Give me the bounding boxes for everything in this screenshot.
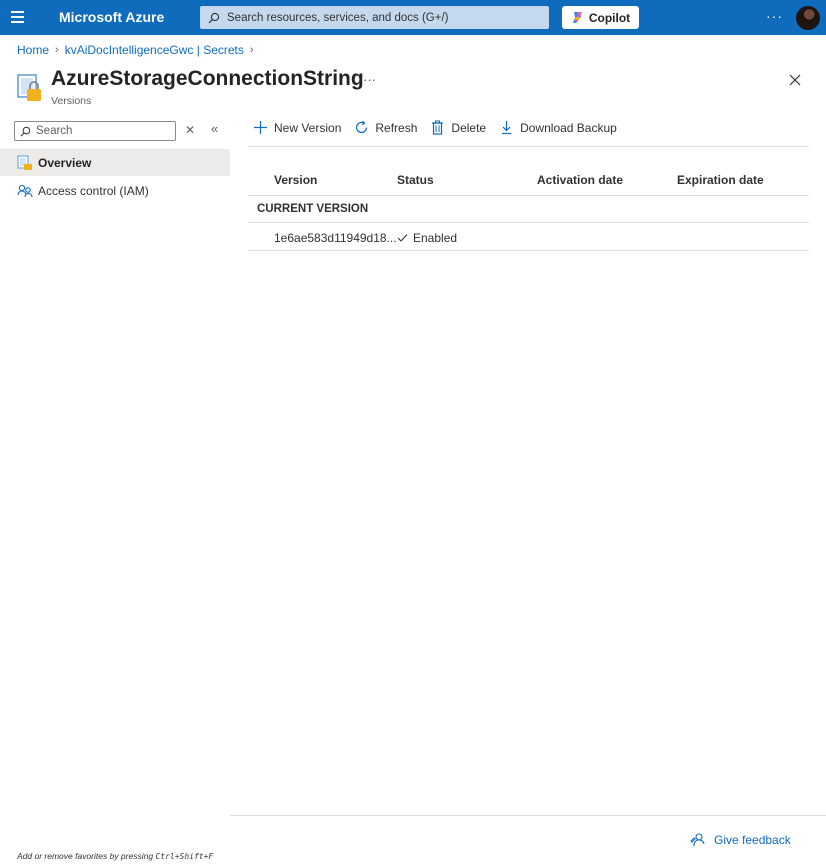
row-divider — [248, 250, 809, 251]
footer-divider — [230, 815, 826, 816]
version-id-link[interactable]: 1e6ae583d11949d18... — [274, 231, 397, 245]
sidebar-item-label: Overview — [38, 155, 92, 170]
sidebar-item-access-control[interactable]: Access control (IAM) — [0, 177, 230, 204]
download-icon — [502, 121, 512, 135]
download-backup-label: Download Backup — [520, 120, 617, 135]
command-bar: New Version Refresh Delete Download Back… — [253, 120, 630, 135]
favorites-hint-text: Add or remove favorites by pressing — [17, 851, 156, 861]
title-more-icon[interactable]: ··· — [363, 72, 376, 87]
page-subtitle: Versions — [51, 95, 92, 107]
new-version-button[interactable]: New Version — [253, 120, 341, 135]
copilot-label: Copilot — [588, 10, 631, 25]
collapse-sidebar-icon[interactable]: « — [211, 121, 218, 136]
sidebar-search-placeholder: Search — [36, 125, 73, 137]
top-bar: Microsoft Azure Search resources, servic… — [0, 0, 826, 35]
plus-icon — [254, 121, 267, 134]
toolbar-divider — [248, 146, 809, 147]
menu-icon[interactable] — [11, 11, 27, 24]
key-vault-secret-icon — [17, 74, 41, 101]
sidebar-search-input[interactable]: Search — [14, 121, 176, 141]
people-icon — [17, 183, 33, 199]
refresh-label: Refresh — [375, 120, 418, 135]
give-feedback-button[interactable]: Give feedback — [690, 832, 791, 848]
portal-brand[interactable]: Microsoft Azure — [59, 9, 164, 25]
header-divider — [248, 195, 809, 196]
search-icon — [208, 12, 220, 23]
favorites-hint-shortcut: Ctrl+Shift+F — [155, 852, 214, 861]
more-options-icon[interactable]: ··· — [766, 8, 783, 24]
column-header-status[interactable]: Status — [397, 173, 434, 187]
group-label: CURRENT VERSION — [257, 203, 369, 215]
column-header-activation-date[interactable]: Activation date — [537, 173, 623, 187]
sidebar-item-overview[interactable]: Overview — [0, 149, 230, 176]
chevron-right-icon: › — [55, 44, 59, 56]
page-title: AzureStorageConnectionString — [51, 67, 364, 90]
close-icon[interactable] — [787, 72, 803, 88]
global-search-input[interactable]: Search resources, services, and docs (G+… — [200, 6, 549, 29]
download-backup-button[interactable]: Download Backup — [499, 120, 617, 135]
breadcrumb-key-vault-secrets[interactable]: kvAiDocIntelligenceGwc | Secrets — [65, 43, 244, 57]
breadcrumb-home[interactable]: Home — [17, 43, 49, 57]
column-header-version[interactable]: Version — [274, 173, 317, 187]
search-icon — [20, 126, 31, 136]
favorites-hint: Add or remove favorites by pressing Ctrl… — [17, 851, 213, 861]
status-text: Enabled — [413, 231, 458, 245]
trash-icon — [432, 120, 444, 135]
column-header-expiration-date[interactable]: Expiration date — [677, 173, 764, 187]
give-feedback-label: Give feedback — [714, 833, 791, 847]
copilot-icon — [572, 12, 582, 23]
copilot-button[interactable]: Copilot — [562, 6, 639, 29]
sidebar-item-label: Access control (IAM) — [38, 183, 149, 198]
delete-button[interactable]: Delete — [430, 120, 486, 135]
refresh-icon — [356, 120, 368, 134]
group-divider — [248, 222, 809, 223]
key-vault-icon — [17, 155, 33, 171]
checkmark-icon — [397, 234, 408, 242]
new-version-label: New Version — [274, 120, 342, 135]
refresh-button[interactable]: Refresh — [354, 120, 417, 135]
status-cell: Enabled — [397, 231, 457, 245]
global-search-placeholder: Search resources, services, and docs (G+… — [227, 11, 449, 24]
feedback-icon — [690, 833, 705, 847]
breadcrumb: Home › kvAiDocIntelligenceGwc | Secrets … — [17, 43, 260, 57]
avatar[interactable] — [796, 6, 820, 30]
clear-search-icon[interactable]: ✕ — [185, 123, 195, 137]
delete-label: Delete — [451, 120, 487, 135]
chevron-right-icon: › — [249, 44, 254, 56]
